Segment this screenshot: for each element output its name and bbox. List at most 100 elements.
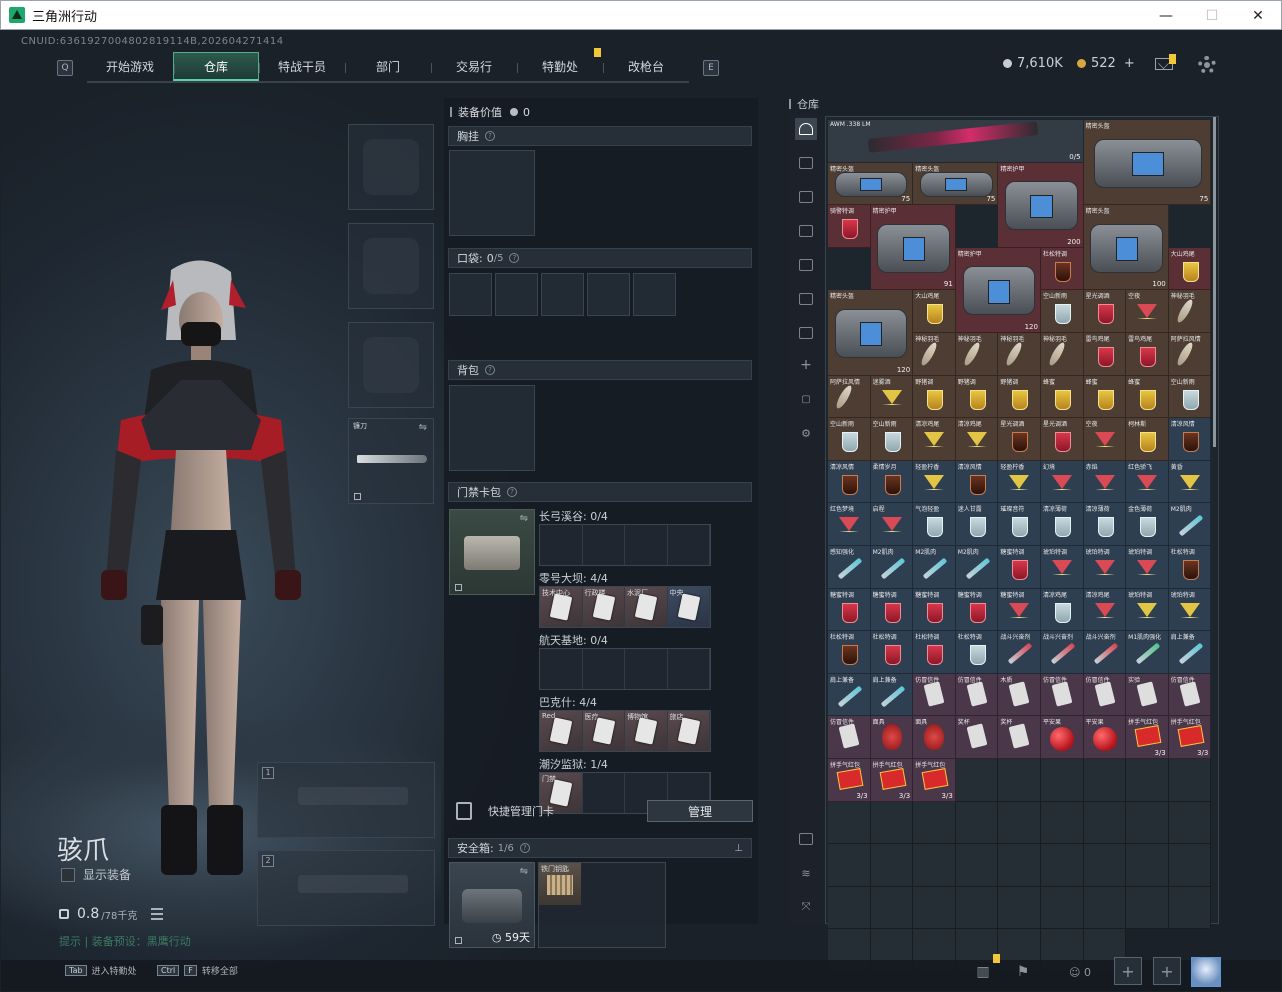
show-equipment-toggle[interactable]: 显示装备 xyxy=(61,866,131,883)
sidebar-tab-6[interactable] xyxy=(795,322,817,344)
warehouse-item[interactable]: 拼手气红包 3/3 xyxy=(828,758,871,802)
empty-warehouse-slot[interactable] xyxy=(1040,844,1084,887)
warehouse-item[interactable]: 拼手气红包 3/3 xyxy=(1168,716,1212,759)
warehouse-item[interactable]: 轻盈柠香 xyxy=(913,460,956,504)
warehouse-item[interactable]: 空山新雨 xyxy=(1168,375,1212,419)
melee-slot[interactable]: 镰刀 ⇋ xyxy=(348,418,434,504)
warehouse-item[interactable]: 清凉风情 xyxy=(828,460,871,504)
warehouse-scrollbar[interactable] xyxy=(1213,117,1216,447)
layers-button[interactable]: ≋ xyxy=(795,862,817,884)
coin-balance[interactable]: 7,610K xyxy=(1003,56,1063,71)
warehouse-item[interactable]: 实验 xyxy=(1126,673,1169,717)
tab-5[interactable]: 特勤处 xyxy=(517,48,603,81)
warehouse-item[interactable]: M2肌肉 xyxy=(913,545,956,589)
warehouse-item[interactable]: 杜松特调 xyxy=(913,631,956,674)
keycard-item[interactable]: 旅店 xyxy=(667,711,710,751)
warehouse-item[interactable]: 蜂蜜 xyxy=(1040,375,1084,419)
warehouse-item[interactable]: 糖蜜特调 xyxy=(998,545,1041,589)
warehouse-item[interactable]: 清凉鸡尾 xyxy=(955,418,999,461)
warehouse-item[interactable]: 糖蜜特调 xyxy=(828,588,871,632)
warehouse-item[interactable]: 精密头盔 75 xyxy=(828,162,914,206)
invite-slot-button[interactable]: + xyxy=(1153,957,1181,985)
warehouse-item[interactable]: M1肌肉强化 xyxy=(1126,631,1169,674)
empty-warehouse-slot[interactable] xyxy=(1040,801,1084,845)
friends-button[interactable]: ☺ 0 xyxy=(1063,962,1097,982)
warehouse-item[interactable]: M2肌肉 xyxy=(1168,503,1212,546)
warehouse-item[interactable]: 精密头盔 75 xyxy=(1083,120,1212,206)
warehouse-item[interactable]: 平安果 xyxy=(1040,716,1084,759)
armor-slot[interactable] xyxy=(348,223,434,309)
keycard-item[interactable]: Red xyxy=(540,711,583,751)
warehouse-item[interactable]: 木质 xyxy=(998,673,1041,717)
empty-warehouse-slot[interactable] xyxy=(1168,886,1212,930)
swap-icon[interactable]: ⇋ xyxy=(520,866,528,877)
warehouse-item[interactable]: 星光调酒 xyxy=(1083,290,1127,333)
warehouse-item[interactable]: 神秘羽毛 xyxy=(998,332,1041,376)
tidy-button[interactable]: ⤧ xyxy=(795,896,817,918)
warehouse-item[interactable]: 精密头盔 100 xyxy=(1083,205,1169,291)
empty-keycard-slot[interactable] xyxy=(540,525,583,565)
empty-warehouse-slot[interactable] xyxy=(1126,801,1169,845)
sort-button[interactable] xyxy=(795,828,817,850)
warehouse-item[interactable]: 大山鸡尾 xyxy=(1168,247,1212,291)
warehouse-item[interactable]: 神秘羽毛 xyxy=(913,332,956,376)
warehouse-item[interactable]: 野猪调 xyxy=(998,375,1041,419)
warehouse-item[interactable]: 面具 xyxy=(913,716,956,759)
warehouse-item[interactable]: 精密头盔 120 xyxy=(828,290,914,376)
maximize-button[interactable]: ☐ xyxy=(1189,1,1235,31)
warehouse-item[interactable]: 肩上兼备 xyxy=(1168,631,1212,674)
sidebar-tab-5[interactable] xyxy=(795,288,817,310)
empty-warehouse-slot[interactable] xyxy=(955,801,999,845)
empty-warehouse-slot[interactable] xyxy=(913,801,956,845)
sidebar-tab-4[interactable] xyxy=(795,254,817,276)
swap-icon[interactable]: ⇋ xyxy=(520,513,528,524)
helmet-slot[interactable] xyxy=(348,124,434,210)
warehouse-item[interactable]: 阿萨拉风情 xyxy=(828,375,871,419)
empty-keycard-slot[interactable] xyxy=(668,649,710,689)
warehouse-item[interactable]: 仿冒信件 xyxy=(1040,673,1084,717)
backpack-slot[interactable] xyxy=(449,385,535,471)
pocket-slot[interactable] xyxy=(495,273,538,316)
invite-slot-button[interactable]: + xyxy=(1114,957,1142,985)
help-icon[interactable]: ? xyxy=(485,131,495,141)
warehouse-item[interactable]: 糖蜜特调 xyxy=(998,588,1041,632)
stats-icon[interactable]: ▥ xyxy=(973,962,993,982)
empty-warehouse-slot[interactable] xyxy=(1168,801,1212,845)
warehouse-item[interactable]: 清凉风情 xyxy=(1168,418,1212,461)
warehouse-item[interactable]: 柯林斯 xyxy=(1126,418,1169,461)
warehouse-item[interactable]: 琥珀特调 xyxy=(1040,545,1084,589)
warehouse-item[interactable]: 琥珀特调 xyxy=(1126,588,1169,632)
warehouse-item[interactable]: 雷鸟鸡尾 xyxy=(1126,332,1169,376)
tab-1[interactable]: 仓库 xyxy=(173,52,259,81)
warehouse-item[interactable]: 拼手气红包 3/3 xyxy=(870,758,914,802)
add-tab-button[interactable]: + xyxy=(795,354,817,376)
help-icon[interactable]: ? xyxy=(485,365,495,375)
keycard-pack-slot[interactable]: ⇋ xyxy=(449,509,535,595)
warehouse-item[interactable]: 拼手气红包 3/3 xyxy=(1126,716,1169,759)
warehouse-item[interactable]: 红色梦境 xyxy=(828,503,871,546)
warehouse-item[interactable]: 战斗兴奋剂 xyxy=(998,631,1041,674)
sidebar-tab-2[interactable] xyxy=(795,186,817,208)
safe-box-slot[interactable]: ⇋ ◷ 59天 xyxy=(449,862,535,948)
keycard-item[interactable]: 水泥厂 xyxy=(625,587,668,627)
warehouse-item[interactable]: 空山新雨 xyxy=(828,418,871,461)
bond-balance[interactable]: 522 + xyxy=(1077,56,1135,71)
swap-icon[interactable]: ⇋ xyxy=(419,422,427,433)
warehouse-item[interactable]: 蜂蜜 xyxy=(1083,375,1127,419)
enter-hq-hint[interactable]: Tab 进入特勤处 xyxy=(65,964,137,977)
tab-settings-button[interactable]: ⚙ xyxy=(795,422,817,444)
warehouse-item[interactable]: 清凉薄荷 xyxy=(1040,503,1084,546)
help-icon[interactable]: ? xyxy=(519,843,530,853)
keycard-item[interactable]: 中央 xyxy=(667,587,710,627)
warehouse-item[interactable]: 清凉鸡尾 xyxy=(1040,588,1084,632)
warehouse-item[interactable]: 黄昏 xyxy=(1168,460,1212,504)
manage-button[interactable]: 管理 xyxy=(647,800,753,822)
warehouse-item[interactable]: 精密护甲 91 xyxy=(870,205,956,291)
warehouse-item[interactable]: 清凉风情 xyxy=(955,460,999,504)
empty-warehouse-slot[interactable] xyxy=(1126,758,1169,802)
pistol-slot[interactable] xyxy=(348,322,434,408)
empty-warehouse-slot[interactable] xyxy=(828,886,871,930)
pin-icon[interactable]: ⊥ xyxy=(734,843,743,854)
warehouse-item[interactable]: 杜松特调 xyxy=(1168,545,1212,589)
warehouse-item[interactable]: 精密护甲 120 xyxy=(955,247,1041,333)
